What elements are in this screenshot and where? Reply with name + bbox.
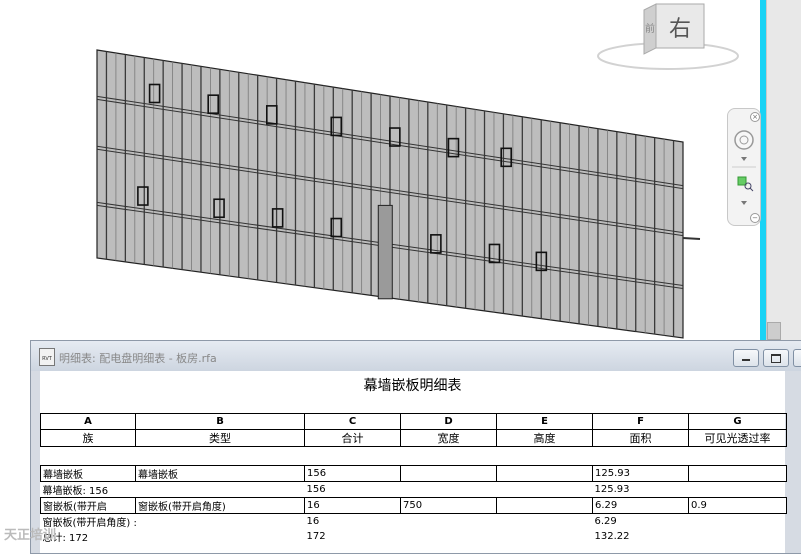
table-row[interactable]: 幕墙嵌板 幕墙嵌板 156 125.93 [40, 465, 788, 482]
schedule-body-table: 幕墙嵌板 幕墙嵌板 156 125.93 幕墙嵌板: 156 156 125.93 窗嵌板(带… [40, 459, 788, 544]
table-cell[interactable]: 16 [304, 497, 401, 514]
column-letter[interactable]: C [304, 413, 401, 430]
table-cell[interactable] [401, 529, 497, 544]
viewcube-face-label: 右 [669, 17, 691, 42]
column-letter[interactable]: F [592, 413, 689, 430]
close-button[interactable] [793, 349, 801, 367]
navbar-menu-icon[interactable]: − [750, 213, 760, 223]
table-cell[interactable]: 6.29 [593, 514, 689, 530]
column-letter-row: ABCDEFG [40, 413, 787, 430]
chevron-down-icon [741, 157, 747, 161]
table-cell[interactable] [689, 482, 787, 498]
column-letter[interactable]: B [135, 413, 305, 430]
table-cell[interactable] [136, 482, 305, 498]
table-cell[interactable]: 172 [305, 529, 401, 544]
window-titlebar[interactable]: RVT 明细表: 配电盘明细表 - 板房.rfa [31, 341, 801, 371]
table-cell[interactable] [497, 529, 593, 544]
scrollbar-thumb[interactable] [767, 322, 781, 340]
table-cell[interactable]: 156 [304, 465, 401, 482]
table-cell[interactable] [136, 514, 305, 530]
table-row[interactable]: 总计: 172 172 132.22 [41, 529, 787, 544]
column-header[interactable]: 高度 [496, 429, 593, 447]
schedule-title: 幕墙嵌板明细表 [40, 375, 785, 414]
table-cell[interactable] [687, 465, 788, 482]
zoom-icon [737, 176, 747, 186]
column-header[interactable]: 可见光透过率 [688, 429, 787, 447]
minimize-button[interactable] [733, 349, 759, 367]
column-letter[interactable]: D [400, 413, 497, 430]
column-letter[interactable]: E [496, 413, 593, 430]
column-header[interactable]: 类型 [135, 429, 305, 447]
watermark: 天正培训 [4, 528, 57, 543]
maximize-button[interactable] [763, 349, 789, 367]
table-cell[interactable]: 156 [305, 482, 401, 498]
table-cell[interactable]: 16 [305, 514, 401, 530]
revit-file-icon: RVT [39, 348, 55, 366]
table-cell[interactable]: 幕墙嵌板: 156 [41, 482, 136, 498]
viewcube-side-label: 前 [645, 22, 655, 35]
wall-edge-tick [682, 237, 701, 240]
table-cell[interactable] [689, 529, 787, 544]
column-header[interactable]: 面积 [592, 429, 689, 447]
column-header[interactable]: 合计 [304, 429, 401, 447]
schedule-header-table: A B C D E F G 族类型 合计 宽度 高度 面积 可见光透过率 [40, 413, 787, 447]
table-cell[interactable] [400, 465, 497, 482]
table-row[interactable]: 幕墙嵌板: 156 156 125.93 [41, 482, 787, 498]
table-cell[interactable]: 幕墙嵌板 [135, 465, 305, 482]
table-cell[interactable] [496, 497, 593, 514]
table-cell[interactable]: 0.9 [687, 497, 788, 514]
table-cell[interactable] [401, 514, 497, 530]
table-cell[interactable] [401, 482, 497, 498]
table-cell[interactable] [689, 514, 787, 530]
window-title: 明细表: 配电盘明细表 - 板房.rfa [59, 352, 217, 365]
table-row[interactable]: 窗嵌板(带开启角度) : 16166.29 [41, 514, 787, 530]
table-cell[interactable]: 125.93 [592, 465, 689, 482]
chevron-down-icon [741, 201, 747, 205]
table-cell[interactable] [496, 465, 593, 482]
viewcube[interactable]: 右 前 [596, 0, 746, 80]
column-header-row: 族类型 合计 宽度 高度 面积 可见光透过率 [40, 429, 787, 447]
table-cell[interactable]: 750 [400, 497, 497, 514]
schedule-sheet[interactable]: 幕墙嵌板明细表 A B C D E F G 族类型 合计 宽度 高度 面积 可见光透过率 幕墙嵌板 幕墙嵌… [40, 371, 788, 553]
column-header[interactable]: 族 [40, 429, 136, 447]
steering-wheel-icon [734, 130, 754, 150]
table-cell[interactable]: 6.29 [592, 497, 689, 514]
vertical-scrollbar[interactable] [766, 0, 801, 340]
schedule-window[interactable]: RVT 明细表: 配电盘明细表 - 板房.rfa 幕墙嵌板明细表 ABCDEFG… [30, 340, 801, 554]
table-cell[interactable] [136, 529, 305, 544]
table-row[interactable]: 窗嵌板(带开启 窗嵌板(带开启角度) 16 750 6.29 0.9 [40, 497, 788, 514]
table-cell[interactable] [497, 482, 593, 498]
column-header[interactable]: 宽度 [400, 429, 497, 447]
table-cell[interactable]: 窗嵌板(带开启角度) [135, 497, 305, 514]
table-cell[interactable]: 132.22 [593, 529, 689, 544]
column-letter[interactable]: A [40, 413, 136, 430]
table-cell[interactable]: 窗嵌板(带开启 [40, 497, 136, 514]
navigation-bar[interactable]: × − [727, 108, 761, 226]
door-panel [377, 204, 393, 300]
column-letter[interactable]: G [688, 413, 787, 430]
table-cell[interactable]: 幕墙嵌板 [40, 465, 136, 482]
table-cell[interactable] [497, 514, 593, 530]
table-cell[interactable]: 125.93 [593, 482, 689, 498]
